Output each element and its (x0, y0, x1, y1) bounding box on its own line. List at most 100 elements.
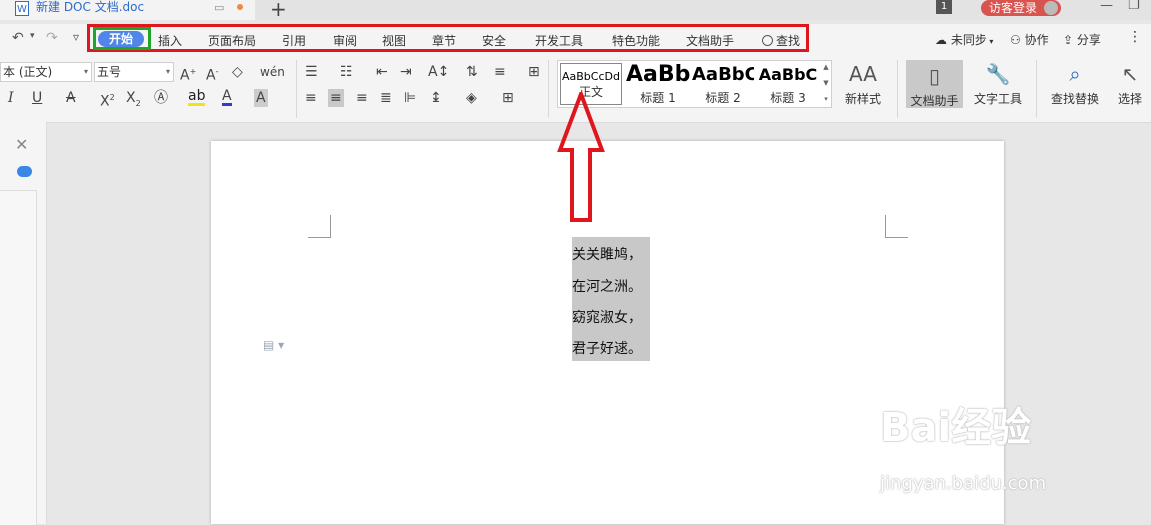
document-title: 新建 DOC 文档.doc (36, 0, 145, 14)
menu-tab-insert[interactable]: 插入 (158, 32, 182, 49)
clear-format-icon[interactable]: ◇ (232, 63, 243, 81)
increase-indent-icon[interactable]: ⇥ (400, 63, 412, 81)
style-heading-3-sample: AaBbC (758, 65, 818, 84)
line-spacing-menu-icon[interactable]: ≡ (494, 63, 506, 81)
numbered-list-icon[interactable]: ☷ (340, 63, 353, 81)
poem-line[interactable]: 在河之洲。 (572, 276, 642, 296)
menu-tab-security[interactable]: 安全 (482, 32, 506, 49)
menu-tab-page-layout[interactable]: 页面布局 (208, 32, 256, 49)
paragraph-layout-icon[interactable]: ▤ ▾ (263, 338, 284, 352)
align-center-icon[interactable]: ≡ (328, 89, 344, 107)
borders-icon[interactable]: ⊞ (502, 89, 514, 107)
align-right-icon[interactable]: ≡ (356, 89, 368, 107)
gallery-expand-icon[interactable]: ▾ (821, 95, 831, 103)
subscript-icon[interactable]: X2 (126, 89, 141, 113)
align-left-icon[interactable]: ≡ (305, 89, 317, 107)
italic-icon[interactable]: I (8, 89, 14, 107)
divider (548, 60, 549, 118)
font-size-dropdown[interactable]: 五号 ▾ (94, 62, 174, 82)
navigation-panel (0, 190, 37, 525)
distributed-align-icon[interactable]: ⊫ (404, 89, 416, 107)
text-direction-icon[interactable]: A↕ (428, 63, 449, 81)
phonetic-guide-icon[interactable]: wén (260, 63, 285, 81)
close-icon[interactable]: ✕ (15, 135, 28, 154)
style-heading-2-sample: AaBbC (692, 64, 754, 85)
word-doc-icon: W (15, 1, 29, 16)
decrease-indent-icon[interactable]: ⇤ (376, 63, 388, 81)
text-tools-button[interactable]: 🔧 文字工具 (968, 62, 1028, 107)
sync-status-button[interactable]: ☁ 未同步 ▾ (935, 31, 993, 48)
doc-assistant-label: 文档助手 (910, 94, 959, 108)
menu-tab-view[interactable]: 视图 (382, 32, 406, 49)
poem-line[interactable]: 君子好逑。 (572, 338, 642, 358)
wrench-icon: 🔧 (985, 62, 1011, 86)
table-icon[interactable]: ⊞ (528, 63, 540, 81)
line-spacing-icon[interactable]: ↨ (430, 89, 442, 107)
gallery-scroll-down-icon[interactable]: ▼ (821, 79, 831, 87)
text-tools-label: 文字工具 (973, 92, 1022, 106)
navigation-icon[interactable] (17, 166, 32, 177)
menu-tab-find[interactable]: 查找 (762, 32, 800, 49)
divider (296, 60, 297, 118)
style-heading-3-label: 标题 3 (770, 91, 806, 105)
character-shading-icon[interactable]: A (254, 89, 268, 107)
poem-line[interactable]: 关关雎鸠， (572, 244, 642, 264)
menu-tab-references[interactable]: 引用 (282, 32, 306, 49)
text-effect-icon[interactable]: Ⓐ (154, 89, 168, 107)
guest-login-button[interactable]: 访客登录 (981, 0, 1061, 16)
avatar-icon (1044, 1, 1058, 15)
highlight-color-icon[interactable]: ab (188, 89, 206, 106)
guest-login-label: 访客登录 (989, 1, 1038, 15)
menu-tab-chapter[interactable]: 章节 (432, 32, 456, 49)
select-button[interactable]: ↖ 选择 (1112, 62, 1148, 107)
minimize-button[interactable]: — (1100, 0, 1113, 13)
document-tab[interactable]: W 新建 DOC 文档.doc ▭ (0, 0, 255, 20)
font-name-dropdown[interactable]: 本 (正文) ▾ (0, 62, 92, 82)
strikethrough-icon[interactable]: A (66, 89, 76, 107)
style-heading-3[interactable]: AaBbC 标题 3 (756, 61, 820, 106)
search-icon (762, 35, 773, 46)
new-tab-button[interactable]: + (270, 0, 287, 21)
share-icon: ⇪ (1063, 33, 1077, 47)
grow-font-icon[interactable]: A+ (180, 63, 196, 85)
customize-quick-access-icon[interactable]: ▿ (73, 30, 79, 44)
monitor-icon[interactable]: ▭ (214, 1, 224, 14)
redo-icon[interactable]: ↷ (46, 30, 58, 46)
poem-line[interactable]: 窈窕淑女， (572, 307, 642, 327)
watermark-url: jingyan.baidu.com (880, 473, 1047, 494)
select-label: 选择 (1117, 92, 1142, 106)
cursor-arrow-icon: ↖ (1121, 62, 1139, 86)
find-replace-button[interactable]: ⌕ 查找替换 (1046, 62, 1104, 107)
share-button[interactable]: ⇪ 分享 (1063, 31, 1101, 48)
divider (897, 60, 898, 118)
menu-tab-special-features[interactable]: 特色功能 (612, 32, 660, 49)
find-label: 查找 (776, 34, 801, 48)
menu-tab-doc-assistant[interactable]: 文档助手 (686, 32, 734, 49)
paragraph-shading-icon[interactable]: ◈ (466, 89, 477, 107)
sort-icon[interactable]: ⇅ (466, 63, 478, 81)
style-heading-2[interactable]: AaBbC 标题 2 (692, 61, 754, 106)
menu-tab-review[interactable]: 审阅 (333, 32, 357, 49)
style-heading-1-sample: AaBb (626, 62, 690, 87)
bullet-list-icon[interactable]: ☰ (305, 63, 318, 81)
share-label: 分享 (1076, 33, 1101, 47)
undo-dropdown-icon[interactable]: ▾ (30, 31, 35, 41)
more-options-icon[interactable]: ⋮ (1128, 29, 1142, 45)
superscript-icon[interactable]: X2 (100, 89, 115, 111)
new-style-button[interactable]: AA 新样式 (840, 62, 886, 107)
doc-assistant-icon: ▯ (928, 64, 940, 88)
menu-tab-developer[interactable]: 开发工具 (535, 32, 583, 49)
restore-button[interactable]: ❐ (1128, 0, 1140, 13)
margin-corner-right (885, 215, 908, 238)
person-icon: ⚇ (1010, 33, 1025, 47)
menu-tab-start[interactable]: 开始 (98, 31, 144, 47)
style-heading-1[interactable]: AaBb 标题 1 (626, 61, 690, 106)
font-color-icon[interactable]: A (222, 89, 232, 106)
justify-icon[interactable]: ≣ (380, 89, 392, 107)
undo-icon[interactable]: ↶ (12, 30, 24, 46)
collaborate-button[interactable]: ⚇ 协作 (1010, 31, 1049, 48)
gallery-scroll-up-icon[interactable]: ▲ (821, 63, 831, 71)
shrink-font-icon[interactable]: A- (206, 63, 218, 85)
doc-assistant-button[interactable]: ▯ 文档助手 (906, 60, 963, 108)
underline-icon[interactable]: U (32, 89, 42, 107)
